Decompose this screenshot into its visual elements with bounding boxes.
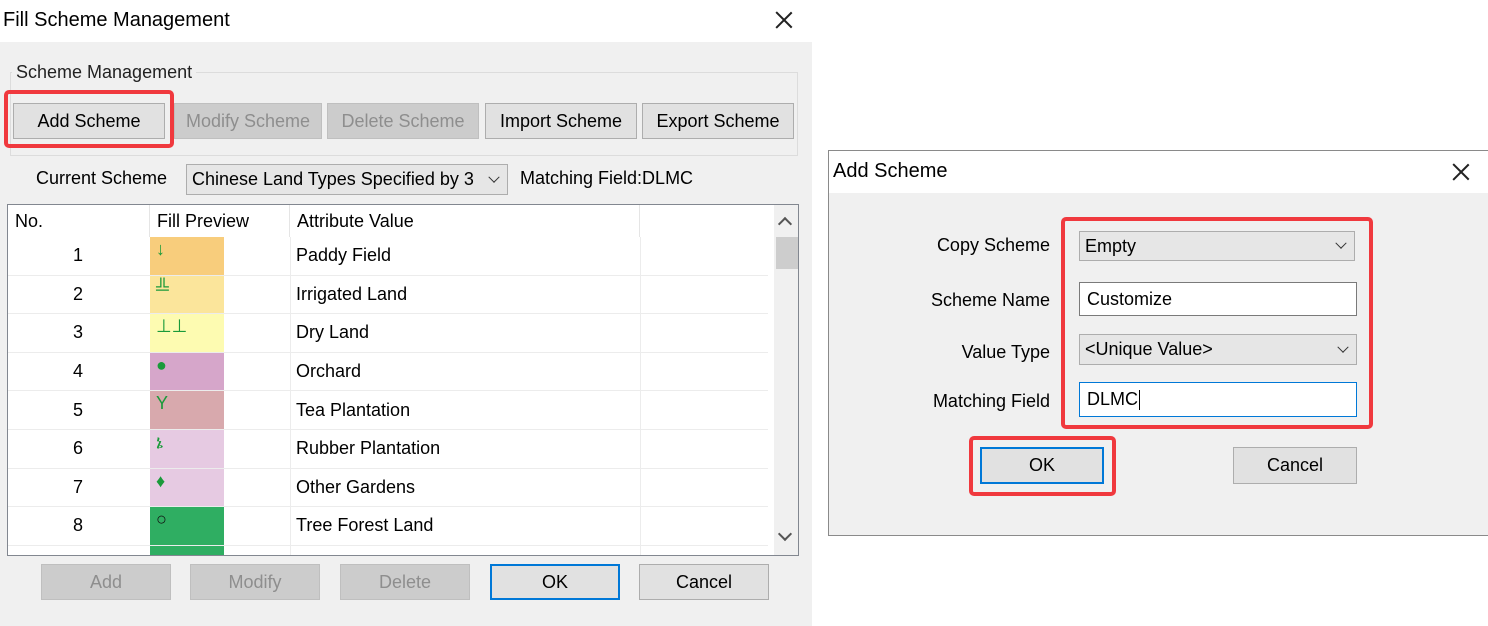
fill-preview-swatch: ♦ (150, 468, 224, 507)
column-header-no[interactable]: No. (8, 205, 150, 237)
add-scheme-highlight (4, 90, 174, 148)
scheme-name-label: Scheme Name (930, 290, 1050, 310)
fill-symbol-icon: ኔ (156, 432, 164, 452)
modify-button[interactable]: Modify (190, 564, 320, 600)
fill-preview-swatch: ⊥⊥ (150, 314, 224, 352)
fields-highlight (1061, 217, 1373, 429)
fill-preview-swatch: ○ (150, 507, 224, 545)
attribute-value: Rubber Plantation (296, 438, 441, 459)
matching-field-readout: Matching Field:DLMC (520, 168, 694, 188)
row-number: 8 (72, 515, 83, 536)
scroll-thumb[interactable] (776, 237, 798, 269)
fill-symbol-icon: ↓ (156, 239, 165, 259)
attribute-value: Dry Land (296, 322, 370, 343)
attribute-value: Paddy Field (296, 245, 392, 266)
table-row[interactable]: 6 ኔ Rubber Plantation (8, 430, 768, 469)
current-scheme-label: Current Scheme (36, 168, 168, 188)
fill-preview-swatch: ● (150, 352, 224, 391)
add-scheme-close-icon[interactable] (1447, 158, 1475, 186)
row-number: 2 (72, 283, 83, 304)
export-scheme-button[interactable]: Export Scheme (642, 103, 794, 139)
table-row[interactable]: 4 ● Orchard (8, 352, 768, 392)
add-scheme-dialog: Add Scheme Copy Scheme Empty Scheme Name… (828, 150, 1488, 536)
scroll-up-icon[interactable] (777, 216, 793, 232)
row-number: 1 (72, 245, 83, 266)
main-titlebar: Fill Scheme Management (0, 0, 812, 42)
table-scrollbar[interactable] (774, 205, 798, 555)
import-scheme-button[interactable]: Import Scheme (485, 103, 637, 139)
table-row[interactable]: 5 Y Tea Plantation (8, 391, 768, 430)
table-row[interactable]: 3 ⊥⊥ Dry Land (8, 314, 768, 353)
fill-preview-swatch-partial (150, 545, 224, 555)
scroll-down-icon[interactable] (777, 526, 793, 542)
fill-symbol-icon: ⊥⊥ (156, 316, 188, 337)
current-scheme-value: Chinese Land Types Specified by 3 (192, 169, 474, 189)
table-row[interactable]: 7 ♦ Other Gardens (8, 468, 768, 508)
add-button[interactable]: Add (41, 564, 171, 600)
fill-scheme-management-dialog: Fill Scheme Management Scheme Management… (0, 0, 812, 626)
copy-scheme-label: Copy Scheme (936, 235, 1050, 255)
row-number: 6 (72, 438, 83, 459)
fill-symbol-icon: ○ (156, 509, 167, 530)
column-header-attribute-value[interactable]: Attribute Value (290, 205, 640, 237)
modify-scheme-button[interactable]: Modify Scheme (174, 103, 322, 139)
attribute-value: Tea Plantation (296, 399, 411, 420)
delete-button[interactable]: Delete (340, 564, 470, 600)
attribute-value: Tree Forest Land (296, 515, 434, 536)
row-number: 3 (72, 322, 83, 343)
fill-preview-swatch: ኔ (150, 430, 224, 468)
fill-symbol-icon: ╩ (156, 277, 169, 298)
matching-field-label: Matching Field (932, 391, 1050, 411)
scheme-management-label: Scheme Management (12, 62, 197, 83)
row-number: 7 (72, 476, 83, 497)
current-scheme-combo[interactable]: Chinese Land Types Specified by 3 (186, 164, 508, 195)
table-row[interactable]: 8 ○ Tree Forest Land (8, 507, 768, 546)
fill-symbol-icon: ♦ (156, 470, 166, 491)
ok-button[interactable]: OK (490, 564, 620, 600)
cancel-button[interactable]: Cancel (639, 564, 769, 600)
fill-preview-swatch: ↓ (150, 237, 224, 275)
attribute-value: Other Gardens (296, 476, 416, 497)
table-row[interactable]: 2 ╩ Irrigated Land (8, 275, 768, 315)
fill-preview-swatch: Y (150, 391, 224, 429)
main-dialog-title: Fill Scheme Management (3, 9, 230, 31)
column-header-fill-preview[interactable]: Fill Preview (150, 205, 290, 237)
add-scheme-cancel-button[interactable]: Cancel (1233, 447, 1357, 484)
attribute-value: Irrigated Land (296, 283, 408, 304)
main-close-icon[interactable] (770, 6, 798, 34)
value-type-label: Value Type (961, 342, 1050, 362)
ok-highlight (969, 436, 1116, 496)
row-number: 5 (72, 399, 83, 420)
fill-preview-swatch: ╩ (150, 275, 224, 314)
fill-symbol-icon: Y (156, 393, 169, 414)
add-scheme-dialog-title: Add Scheme (833, 160, 948, 182)
chevron-down-icon[interactable] (481, 165, 507, 194)
fill-scheme-table[interactable]: No. Fill Preview Attribute Value 1 ↓ Pad… (7, 204, 799, 556)
row-number: 4 (72, 361, 83, 382)
delete-scheme-button[interactable]: Delete Scheme (327, 103, 479, 139)
attribute-value: Orchard (296, 361, 362, 382)
add-scheme-titlebar: Add Scheme (829, 151, 1488, 193)
fill-symbol-icon: ● (156, 354, 167, 375)
table-row[interactable]: 1 ↓ Paddy Field (8, 237, 768, 276)
